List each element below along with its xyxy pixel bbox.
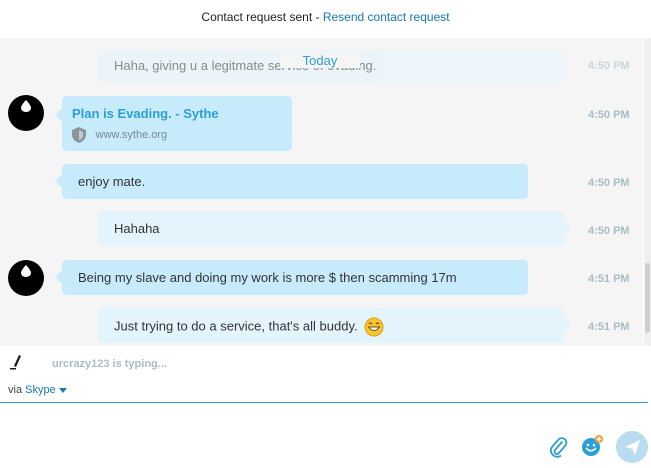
message-time: 4:50 PM	[588, 60, 630, 72]
smile-emoji-icon	[364, 317, 384, 337]
chat-scrollbar[interactable]	[644, 38, 651, 346]
link-preview-bubble[interactable]: Plan is Evading. - Sythe www.sythe.org	[55, 96, 292, 151]
message-input[interactable]	[6, 406, 540, 460]
avatar-drop-icon	[21, 265, 31, 277]
paperclip-icon[interactable]	[548, 436, 568, 458]
via-service-dropdown[interactable]: Skype	[25, 384, 56, 396]
message-text: Hahaha	[114, 221, 160, 236]
message-time: 4:51 PM	[588, 273, 630, 285]
chevron-down-icon[interactable]	[58, 387, 67, 393]
conversation-history[interactable]: Haha, giving u a legitmate service of ev…	[0, 38, 643, 346]
link-preview-url[interactable]: www.sythe.org	[96, 129, 168, 141]
contact-request-status: Contact request sent -	[201, 10, 323, 24]
via-label: via	[8, 384, 23, 396]
message-text: Being my slave and doing my work is more…	[78, 270, 457, 285]
compose-divider	[0, 402, 648, 403]
contact-request-banner: Contact request sent - Resend contact re…	[0, 0, 651, 34]
message-bubble-outgoing: Hahaha	[98, 211, 571, 246]
via-selector[interactable]: via Skype	[8, 384, 67, 396]
scrollbar-thumb[interactable]	[645, 263, 650, 333]
pencil-icon	[10, 355, 21, 370]
message-time: 4:50 PM	[588, 177, 630, 189]
message-time: 4:51 PM	[588, 321, 630, 333]
message-time: 4:50 PM	[588, 109, 630, 121]
message-time: 4:50 PM	[588, 225, 630, 237]
send-button[interactable]	[616, 431, 648, 463]
date-separator: Today	[280, 53, 360, 68]
avatar[interactable]	[8, 95, 44, 131]
link-preview-title[interactable]: Plan is Evading. - Sythe	[72, 106, 282, 121]
avatar-drop-icon	[21, 100, 31, 112]
message-text: Just trying to do a service, that's all …	[114, 318, 358, 334]
message-bubble-incoming: enjoy mate.	[55, 164, 528, 199]
message-bubble-outgoing: Just trying to do a service, that's all …	[98, 308, 571, 343]
send-icon	[625, 440, 640, 455]
avatar[interactable]	[8, 260, 44, 296]
typing-text: urcrazy123 is typing...	[52, 358, 167, 370]
message-text: enjoy mate.	[78, 174, 146, 189]
message-bubble-incoming: Being my slave and doing my work is more…	[55, 260, 528, 295]
resend-contact-request-link[interactable]: Resend contact request	[323, 10, 450, 24]
shield-icon	[72, 126, 86, 143]
emoticon-picker-icon[interactable]	[580, 434, 604, 458]
